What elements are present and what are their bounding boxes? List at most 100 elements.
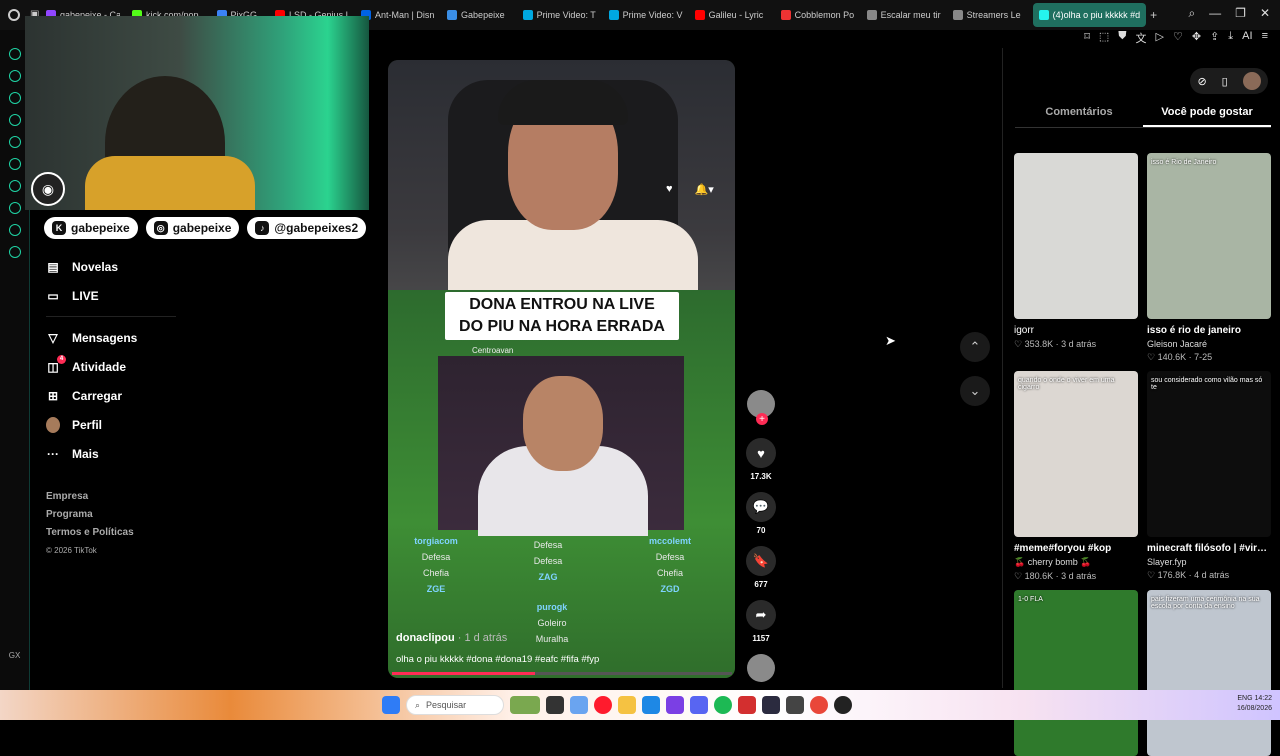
gx-sidebar-percent-icon[interactable] — [8, 158, 21, 170]
gx-sidebar-refresh-icon[interactable] — [8, 70, 21, 82]
browser-tab[interactable]: Cobblemon Po — [775, 3, 855, 27]
minimize-icon[interactable]: — — [1209, 6, 1221, 21]
nav-item-carregar[interactable]: ⊞ Carregar — [46, 381, 176, 410]
search-tabs-icon[interactable]: ⌕ — [1188, 6, 1195, 21]
gx-sidebar-messenger-icon[interactable] — [8, 114, 21, 126]
recommended-video-card[interactable]: quando o onde o viver em uma cigarro #mem… — [1014, 371, 1138, 582]
phone-icon[interactable]: ▯ — [1222, 75, 1228, 88]
clock-date[interactable]: 16/08/2026 — [1237, 705, 1272, 712]
gx-sidebar-settings-icon[interactable] — [8, 246, 21, 258]
next-video-button[interactable]: ⌄ — [960, 376, 990, 406]
copilot-icon[interactable] — [570, 696, 588, 714]
taskbar-search[interactable]: ⌕ Pesquisar — [406, 695, 504, 715]
footer-link[interactable]: Termos e Políticas — [46, 524, 134, 542]
browser-tab[interactable]: (4)olha o piu kkkkk #d — [1032, 3, 1147, 27]
chrome-icon[interactable] — [810, 696, 828, 714]
profile-avatar[interactable] — [1242, 72, 1261, 90]
nav-item-live[interactable]: ▭ LIVE — [46, 281, 176, 310]
browser-tab[interactable]: Galileu - Lyric — [689, 3, 769, 27]
video-username[interactable]: donaclipou — [396, 632, 455, 644]
video-thumbnail[interactable]: sou considerado como vilão mas só te — [1147, 371, 1271, 537]
new-tab-button[interactable]: + — [1150, 8, 1157, 22]
video-title[interactable]: igorr — [1014, 325, 1138, 336]
recommended-video-card[interactable]: isso é Rio de Janeiro isso é rio de janei… — [1147, 153, 1271, 363]
nav-item-mensagens[interactable]: ▽ Mensagens — [46, 323, 176, 352]
video-title[interactable]: minecraft filósofo | #viral #fyp #minecr… — [1147, 543, 1271, 554]
opera-icon[interactable] — [594, 696, 612, 714]
video-thumbnail[interactable]: 1-0 FLA — [1014, 590, 1138, 756]
video-title[interactable]: isso é rio de janeiro — [1147, 325, 1271, 336]
video-notify-icon[interactable]: 🔔▾ — [695, 183, 714, 196]
gx-sidebar-extensions-icon[interactable] — [8, 224, 21, 236]
app-3-icon[interactable] — [666, 696, 684, 714]
gx-sidebar-player-icon[interactable] — [8, 180, 21, 192]
video-thumbnail[interactable] — [1014, 153, 1138, 319]
browser-tab[interactable]: Gabepeixe — [441, 3, 511, 27]
creator-avatar[interactable]: + — [747, 390, 775, 425]
video-author[interactable]: 🍒 cherry bomb 🍒 — [1014, 557, 1138, 568]
previous-video-button[interactable]: ⌃ — [960, 332, 990, 362]
discord-icon[interactable] — [690, 696, 708, 714]
like-button[interactable]: ♥ — [746, 438, 776, 468]
video-thumbnail[interactable]: pais fizeram uma cerimônia na sua escola… — [1147, 590, 1271, 756]
share-icon[interactable]: ⇪ — [1210, 30, 1219, 46]
gx-sidebar-control-icon[interactable] — [8, 92, 21, 104]
browser-tab[interactable]: Prime Video: T — [517, 3, 597, 27]
heart-icon[interactable]: ♡ — [1173, 30, 1183, 46]
shield-icon[interactable]: ⛊ — [1118, 30, 1126, 46]
nav-item-perfil[interactable]: Perfil — [46, 410, 176, 439]
video-author[interactable]: Slayer.fyp — [1147, 557, 1271, 567]
nav-item-mais[interactable]: ··· Mais — [46, 439, 176, 468]
video-progress-bar[interactable] — [392, 672, 732, 675]
save-button[interactable]: 🔖 — [746, 546, 776, 576]
footer-link[interactable]: Empresa — [46, 488, 134, 506]
music-disc-avatar[interactable] — [747, 654, 775, 682]
opera-gx-logo-icon[interactable] — [8, 9, 20, 21]
spotify-icon[interactable] — [714, 696, 732, 714]
nav-item-atividade[interactable]: ◫ 4 Atividade — [46, 352, 176, 381]
compass-icon[interactable]: ⊘ — [1197, 75, 1206, 88]
video-thumbnail[interactable]: quando o onde o viver em uma cigarro — [1014, 371, 1138, 537]
folder-icon[interactable] — [618, 696, 636, 714]
language-indicator[interactable]: ENG — [1237, 695, 1252, 702]
gx-sidebar-home-icon[interactable] — [8, 48, 21, 60]
app-6-icon[interactable] — [786, 696, 804, 714]
clock-time[interactable]: 14:22 — [1254, 695, 1272, 702]
aria-ai-icon[interactable]: AI — [1242, 30, 1252, 46]
app-4-icon[interactable] — [738, 696, 756, 714]
video-thumbnail[interactable]: isso é Rio de Janeiro — [1147, 153, 1271, 319]
video-author[interactable]: Gleison Jacaré — [1147, 339, 1271, 349]
download-icon[interactable]: ⤓ — [1228, 30, 1233, 46]
windows-start-icon[interactable] — [382, 696, 400, 714]
follow-plus-icon[interactable]: + — [756, 413, 768, 425]
menu-icon[interactable]: ≡ — [1262, 30, 1268, 46]
taskbar-app-1[interactable] — [510, 696, 540, 714]
browser-tab[interactable]: Streamers Le — [947, 3, 1027, 27]
nav-item-novelas[interactable]: ▤ Novelas — [46, 252, 176, 281]
browser-tab[interactable]: Prime Video: V — [603, 3, 683, 27]
recommended-video-card[interactable]: sou considerado como vilão mas só te mine… — [1147, 371, 1271, 582]
extensions-icon[interactable]: ✥ — [1192, 30, 1201, 46]
gx-sidebar-twitch-icon[interactable] — [8, 136, 21, 148]
maximize-icon[interactable]: ❐ — [1235, 6, 1246, 21]
bookmark-icon[interactable]: ⌑ — [1084, 30, 1090, 46]
share-button[interactable]: ➦ — [746, 600, 776, 630]
comment-button[interactable]: 💬 — [746, 492, 776, 522]
tab-comentarios[interactable]: Comentários — [1015, 106, 1143, 127]
play-icon[interactable]: ▷ — [1156, 30, 1164, 46]
terminal-icon[interactable] — [546, 696, 564, 714]
app-5-icon[interactable] — [762, 696, 780, 714]
footer-link[interactable]: Programa — [46, 506, 134, 524]
app-2-icon[interactable] — [642, 696, 660, 714]
recommended-video-card[interactable]: pais fizeram uma cerimônia na sua escola… — [1147, 590, 1271, 756]
browser-tab[interactable]: Escalar meu tir — [861, 3, 941, 27]
tab-voce-pode-gostar[interactable]: Você pode gostar — [1143, 106, 1271, 127]
github-icon[interactable] — [834, 696, 852, 714]
video-title[interactable]: #meme#foryou #kop — [1014, 543, 1138, 554]
recommended-video-card[interactable]: igorr ♡ 353.8K · 3 d atrás — [1014, 153, 1138, 363]
video-player[interactable]: Centroavan DONA ENTROU NA LIVE DO PIU NA… — [388, 60, 735, 678]
gx-sidebar-history-icon[interactable] — [8, 202, 21, 214]
video-like-mini-icon[interactable]: ♥ — [666, 183, 673, 196]
translate-icon[interactable]: 文 — [1136, 30, 1147, 46]
close-icon[interactable]: ✕ — [1260, 6, 1270, 21]
